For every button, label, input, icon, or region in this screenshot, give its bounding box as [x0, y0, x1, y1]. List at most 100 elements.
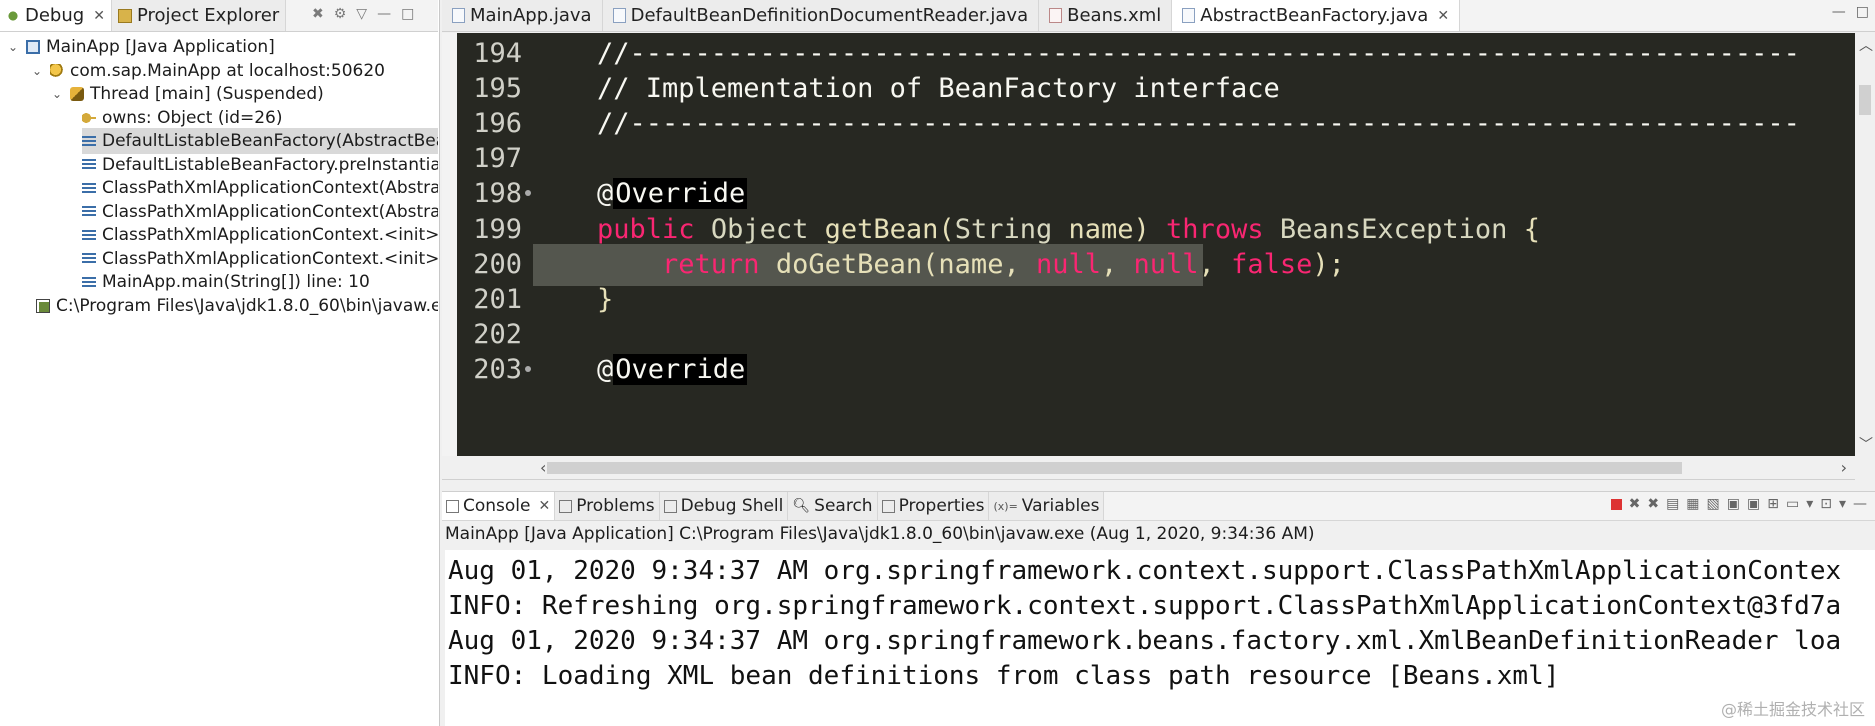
tab-debug-shell[interactable]: Debug Shell — [659, 492, 789, 520]
tab-properties[interactable]: Properties — [877, 492, 990, 520]
view-menu-icon[interactable]: ▽ — [356, 6, 367, 22]
scroll-left-icon[interactable]: ‹ — [540, 458, 546, 477]
editor-tab-mainapp[interactable]: MainApp.java — [442, 0, 603, 31]
display-console-icon[interactable]: ▭ — [1786, 496, 1799, 512]
problems-icon — [559, 499, 573, 513]
close-icon[interactable]: ✕ — [1437, 8, 1449, 24]
debug-shell-icon — [663, 499, 677, 513]
jvm-process-icon — [36, 298, 50, 313]
minimize-icon[interactable]: — — [1853, 496, 1867, 512]
debug-bug-icon — [6, 8, 20, 23]
tree-row[interactable]: MainApp.main(String[]) line: 10 — [82, 269, 438, 295]
tree-row[interactable]: ClassPathXmlApplicationContext(Abstrac — [82, 199, 438, 225]
editor-vertical-scrollbar[interactable]: ︿ ﹀ — [1855, 33, 1875, 456]
close-icon[interactable]: ✕ — [93, 8, 105, 24]
monitor-key-icon — [82, 110, 96, 125]
remove-all-icon[interactable]: ✖ — [1647, 496, 1659, 512]
clear-console-icon[interactable]: ▤ — [1666, 496, 1679, 512]
tree-row[interactable]: ClassPathXmlApplicationContext(Abstrac — [82, 175, 438, 201]
editor-horizontal-scrollbar[interactable]: ‹ › — [442, 456, 1855, 480]
variables-icon: (x)= — [993, 499, 1018, 513]
tab-console[interactable]: Console ✕ — [442, 492, 556, 520]
console-output[interactable]: @稀土掘金技术社区 Aug 01, 2020 9:34:37 AM org.sp… — [445, 550, 1875, 726]
editor-tab-label: DefaultBeanDefinitionDocumentReader.java — [630, 5, 1029, 26]
thread-icon — [70, 87, 84, 101]
tree-row-label: ClassPathXmlApplicationContext(Abstrac — [102, 178, 438, 198]
code-text: @Override — [597, 353, 748, 385]
tab-project-explorer-label: Project Explorer — [136, 5, 280, 26]
chevron-down-icon[interactable]: ⌄ — [50, 87, 64, 101]
collapse-icon[interactable]: ⚙ — [334, 6, 347, 22]
terminate-icon[interactable] — [1610, 498, 1622, 510]
open-console-icon[interactable]: ⊡ — [1820, 496, 1832, 512]
tree-row[interactable]: ⌄ com.sap.MainApp at localhost:50620 — [30, 58, 438, 84]
debug-view-toolbar: ✖ ⚙ ▽ — □ — [312, 6, 414, 22]
debug-view: Debug ✕ Project Explorer ✖ ⚙ ▽ — □ ⌄ Main… — [0, 0, 440, 726]
show-on-error-icon[interactable]: ▣ — [1747, 496, 1760, 512]
tree-row-label: C:\Program Files\Java\jdk1.8.0_60\bin\ja… — [56, 295, 438, 316]
tree-row-label: DefaultListableBeanFactory.preInstantiat… — [102, 154, 438, 175]
tree-row[interactable]: DefaultListableBeanFactory(AbstractBean — [82, 128, 438, 154]
tree-row-label: MainApp [Java Application] — [46, 37, 275, 57]
fold-marker-icon[interactable] — [525, 190, 531, 197]
tab-label: Debug Shell — [680, 496, 784, 516]
show-on-output-icon[interactable]: ▣ — [1727, 496, 1740, 512]
view-menu-icon[interactable]: ▾ — [1839, 496, 1846, 512]
scroll-up-icon[interactable]: ︿ — [1859, 35, 1873, 55]
remove-terminated-icon[interactable]: ✖ — [312, 6, 324, 22]
tree-row-label: owns: Object (id=26) — [102, 107, 283, 128]
minimize-icon[interactable]: — — [1832, 4, 1846, 20]
code-line[interactable]: 203 @Override — [457, 349, 1855, 391]
chevron-down-icon[interactable]: ⌄ — [30, 64, 44, 78]
editor-tab-document-reader[interactable]: DefaultBeanDefinitionDocumentReader.java — [602, 0, 1040, 31]
tab-label: Properties — [898, 496, 985, 516]
tab-debug[interactable]: Debug ✕ — [0, 0, 112, 31]
chevron-down-icon[interactable]: ▾ — [1806, 496, 1813, 512]
scroll-thumb[interactable] — [1859, 85, 1871, 115]
properties-icon — [881, 499, 895, 513]
java-file-icon — [1182, 8, 1196, 23]
tree-row[interactable]: ClassPathXmlApplicationContext.<init>(S — [82, 246, 438, 272]
console-toolbar: ✖ ✖ ▤ ▦ ▧ ▣ ▣ ⊞ ▭ ▾ ⊡ ▾ — — [1610, 496, 1867, 512]
tab-search[interactable]: 🔍︎ Search — [788, 492, 878, 520]
tree-row[interactable]: ⌄ Thread [main] (Suspended) — [50, 81, 438, 107]
console-output-line: INFO: Loading XML bean definitions from … — [448, 661, 1560, 691]
folder-icon — [117, 8, 132, 23]
scroll-thumb[interactable] — [547, 462, 1682, 474]
console-icon — [446, 499, 459, 513]
editor-tab-label: Beans.xml — [1067, 5, 1162, 26]
close-icon[interactable]: ✕ — [539, 498, 551, 514]
xml-file-icon — [1049, 8, 1063, 23]
java-file-icon — [612, 8, 626, 23]
eclipse-window: Debug ✕ Project Explorer ✖ ⚙ ▽ — □ ⌄ Main… — [0, 0, 1875, 726]
chevron-down-icon[interactable]: ⌄ — [6, 40, 20, 54]
tab-label: Console — [463, 496, 531, 516]
tab-project-explorer[interactable]: Project Explorer — [111, 0, 287, 31]
editor-tab-abstract-bean-factory[interactable]: AbstractBeanFactory.java ✕ — [1172, 0, 1461, 31]
scroll-down-icon[interactable]: ﹀ — [1859, 434, 1873, 454]
word-wrap-icon[interactable]: ▧ — [1707, 496, 1720, 512]
tree-row-label: Thread [main] (Suspended) — [90, 84, 324, 104]
tree-row[interactable]: C:\Program Files\Java\jdk1.8.0_60\bin\ja… — [30, 293, 438, 319]
code-editor[interactable]: 194//-----------------------------------… — [457, 33, 1855, 456]
editor-controls: — □ — [1832, 4, 1869, 20]
tab-problems[interactable]: Problems — [555, 492, 660, 520]
tree-row-label: MainApp.main(String[]) line: 10 — [102, 272, 370, 292]
maximize-icon[interactable]: □ — [401, 6, 414, 22]
debug-target-icon — [50, 63, 64, 78]
java-file-icon — [452, 8, 465, 23]
fold-marker-icon[interactable] — [525, 365, 531, 372]
tree-row[interactable]: owns: Object (id=26) — [82, 105, 438, 131]
tab-variables[interactable]: (x)= Variables — [989, 492, 1105, 520]
remove-launch-icon[interactable]: ✖ — [1629, 496, 1641, 512]
editor-ruler — [442, 33, 457, 456]
scroll-right-icon[interactable]: › — [1841, 458, 1847, 477]
scroll-lock-icon[interactable]: ▦ — [1686, 496, 1699, 512]
maximize-icon[interactable]: □ — [1856, 4, 1869, 20]
editor-tab-beans-xml[interactable]: Beans.xml — [1039, 0, 1173, 31]
tree-row[interactable]: ClassPathXmlApplicationContext.<init>(S — [82, 222, 438, 248]
tree-row[interactable]: DefaultListableBeanFactory.preInstantiat… — [82, 152, 438, 178]
tree-row[interactable]: ⌄ MainApp [Java Application] — [6, 34, 438, 60]
pin-console-icon[interactable]: ⊞ — [1767, 496, 1779, 512]
minimize-icon[interactable]: — — [377, 6, 391, 22]
